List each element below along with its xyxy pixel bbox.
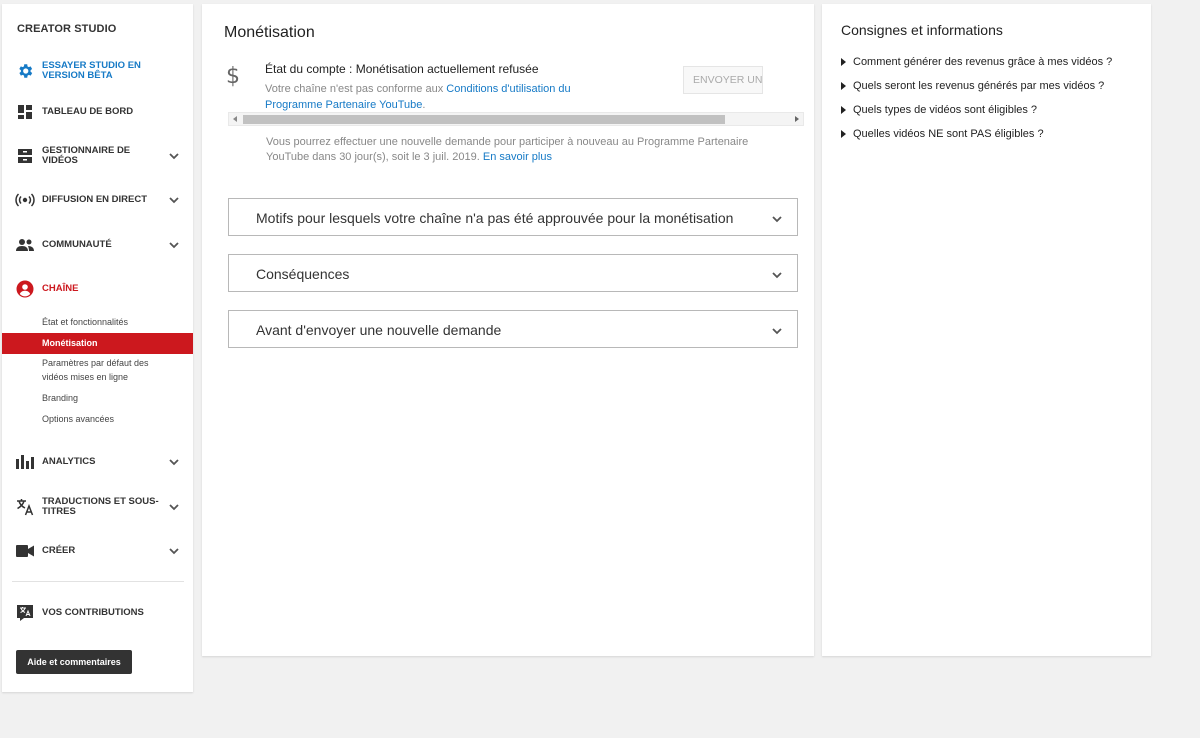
- faq-link[interactable]: Comment générer des revenus grâce à mes …: [841, 56, 1112, 68]
- accordion-reasons[interactable]: Motifs pour lesquels votre chaîne n'a pa…: [228, 198, 798, 236]
- sidebar-subitem-upload-defaults[interactable]: Paramètres par défaut des vidéos mises e…: [2, 356, 162, 384]
- live-icon: [15, 190, 35, 210]
- triangle-right-icon: [841, 130, 846, 138]
- scroll-left-icon[interactable]: [233, 116, 237, 122]
- sidebar-subitem-advanced[interactable]: Options avancées: [2, 412, 193, 426]
- accordion-label: Motifs pour lesquels votre chaîne n'a pa…: [256, 210, 734, 226]
- accordion-before-resubmit[interactable]: Avant d'envoyer une nouvelle demande: [228, 310, 798, 348]
- reapply-note: Vous pourrez effectuer une nouvelle dema…: [266, 135, 786, 165]
- chevron-down-icon: [169, 548, 179, 555]
- sidebar-item-label: COMMUNAUTÉ: [42, 239, 112, 250]
- sidebar-item-video-manager[interactable]: GESTIONNAIRE DE VIDÉOS: [2, 146, 193, 166]
- sidebar-item-label: DIFFUSION EN DIRECT: [42, 194, 148, 205]
- page-title: Monétisation: [224, 24, 315, 41]
- sidebar-item-live[interactable]: DIFFUSION EN DIRECT: [2, 190, 193, 210]
- sidebar-item-analytics[interactable]: ANALYTICS: [2, 452, 193, 472]
- faq-label: Quels seront les revenus générés par mes…: [853, 80, 1105, 92]
- description-text: Votre chaîne n'est pas conforme aux: [265, 83, 447, 95]
- info-panel: Consignes et informations Comment génére…: [822, 4, 1151, 656]
- scroll-right-icon[interactable]: [795, 116, 799, 122]
- scrollbar-thumb[interactable]: [243, 115, 725, 124]
- sidebar-item-label: ANALYTICS: [42, 456, 96, 467]
- accordion-label: Avant d'envoyer une nouvelle demande: [256, 322, 502, 338]
- chevron-down-icon: [169, 153, 179, 160]
- sidebar-divider: [12, 581, 184, 582]
- sidebar-subitem-status[interactable]: État et fonctionnalités: [2, 315, 193, 329]
- info-panel-title: Consignes et informations: [841, 22, 1003, 38]
- account-status-description: Votre chaîne n'est pas conforme aux Cond…: [265, 81, 625, 113]
- sidebar-item-label: TABLEAU DE BORD: [42, 106, 134, 117]
- sidebar-item-channel[interactable]: CHAÎNE: [2, 279, 193, 299]
- analytics-icon: [15, 452, 35, 472]
- chevron-down-icon: [169, 504, 179, 511]
- triangle-right-icon: [841, 82, 846, 90]
- triangle-right-icon: [841, 58, 846, 66]
- sidebar-item-create[interactable]: CRÉER: [2, 541, 193, 561]
- learn-more-link[interactable]: En savoir plus: [483, 151, 552, 163]
- faq-label: Comment générer des revenus grâce à mes …: [853, 56, 1113, 68]
- sidebar-item-label: ESSAYER STUDIO EN VERSION BÊTA: [42, 60, 141, 81]
- dollar-icon: $: [226, 64, 240, 89]
- sidebar-item-translations[interactable]: TRADUCTIONS ET SOUS-TITRES: [2, 496, 193, 518]
- contributions-icon: [15, 603, 35, 623]
- sidebar-item-dashboard[interactable]: TABLEAU DE BORD: [2, 102, 193, 122]
- sidebar-subitem-branding[interactable]: Branding: [2, 391, 193, 405]
- horizontal-scrollbar[interactable]: [228, 112, 804, 126]
- sidebar-item-label: VOS CONTRIBUTIONS: [42, 607, 144, 618]
- sidebar-item-label: GESTIONNAIRE DE VIDÉOS: [42, 145, 131, 166]
- faq-link[interactable]: Quelles vidéos NE sont PAS éligibles ?: [841, 128, 1044, 140]
- chevron-down-icon: [169, 197, 179, 204]
- sidebar-item-label: CRÉER: [42, 545, 76, 556]
- sidebar-item-try-beta[interactable]: ESSAYER STUDIO EN VERSION BÊTA: [2, 58, 193, 84]
- faq-link[interactable]: Quels types de vidéos sont éligibles ?: [841, 104, 1037, 116]
- video-manager-icon: [15, 146, 35, 166]
- video-camera-icon: [15, 541, 35, 561]
- sidebar-subitem-monetization[interactable]: Monétisation: [2, 333, 193, 354]
- sidebar-item-label: TRADUCTIONS ET SOUS-TITRES: [42, 496, 159, 517]
- sidebar-item-label: CHAÎNE: [42, 283, 79, 294]
- chevron-down-icon: [772, 328, 782, 335]
- chevron-down-icon: [169, 459, 179, 466]
- sidebar-item-community[interactable]: COMMUNAUTÉ: [2, 235, 193, 255]
- main-panel: Monétisation $ État du compte : Monétisa…: [202, 4, 814, 656]
- dashboard-icon: [15, 102, 35, 122]
- resubmit-button[interactable]: ENVOYER UNE NOUVE: [683, 66, 763, 94]
- chevron-down-icon: [772, 216, 782, 223]
- chevron-down-icon: [169, 242, 179, 249]
- sidebar: CREATOR STUDIO ESSAYER STUDIO EN VERSION…: [2, 4, 193, 692]
- help-feedback-button[interactable]: Aide et commentaires: [16, 650, 132, 674]
- translate-icon: [15, 497, 35, 517]
- faq-label: Quels types de vidéos sont éligibles ?: [853, 104, 1038, 116]
- faq-link[interactable]: Quels seront les revenus générés par mes…: [841, 80, 1104, 92]
- community-icon: [15, 235, 35, 255]
- description-suffix: .: [422, 99, 426, 111]
- chevron-down-icon: [772, 272, 782, 279]
- accordion-label: Conséquences: [256, 266, 350, 282]
- gear-icon: [15, 61, 35, 81]
- channel-icon: [15, 279, 35, 299]
- accordion-consequences[interactable]: Conséquences: [228, 254, 798, 292]
- account-status: État du compte : Monétisation actuelleme…: [265, 62, 539, 76]
- sidebar-brand: CREATOR STUDIO: [17, 23, 117, 35]
- triangle-right-icon: [841, 106, 846, 114]
- faq-label: Quelles vidéos NE sont PAS éligibles ?: [853, 128, 1044, 140]
- sidebar-item-contributions[interactable]: VOS CONTRIBUTIONS: [2, 603, 193, 623]
